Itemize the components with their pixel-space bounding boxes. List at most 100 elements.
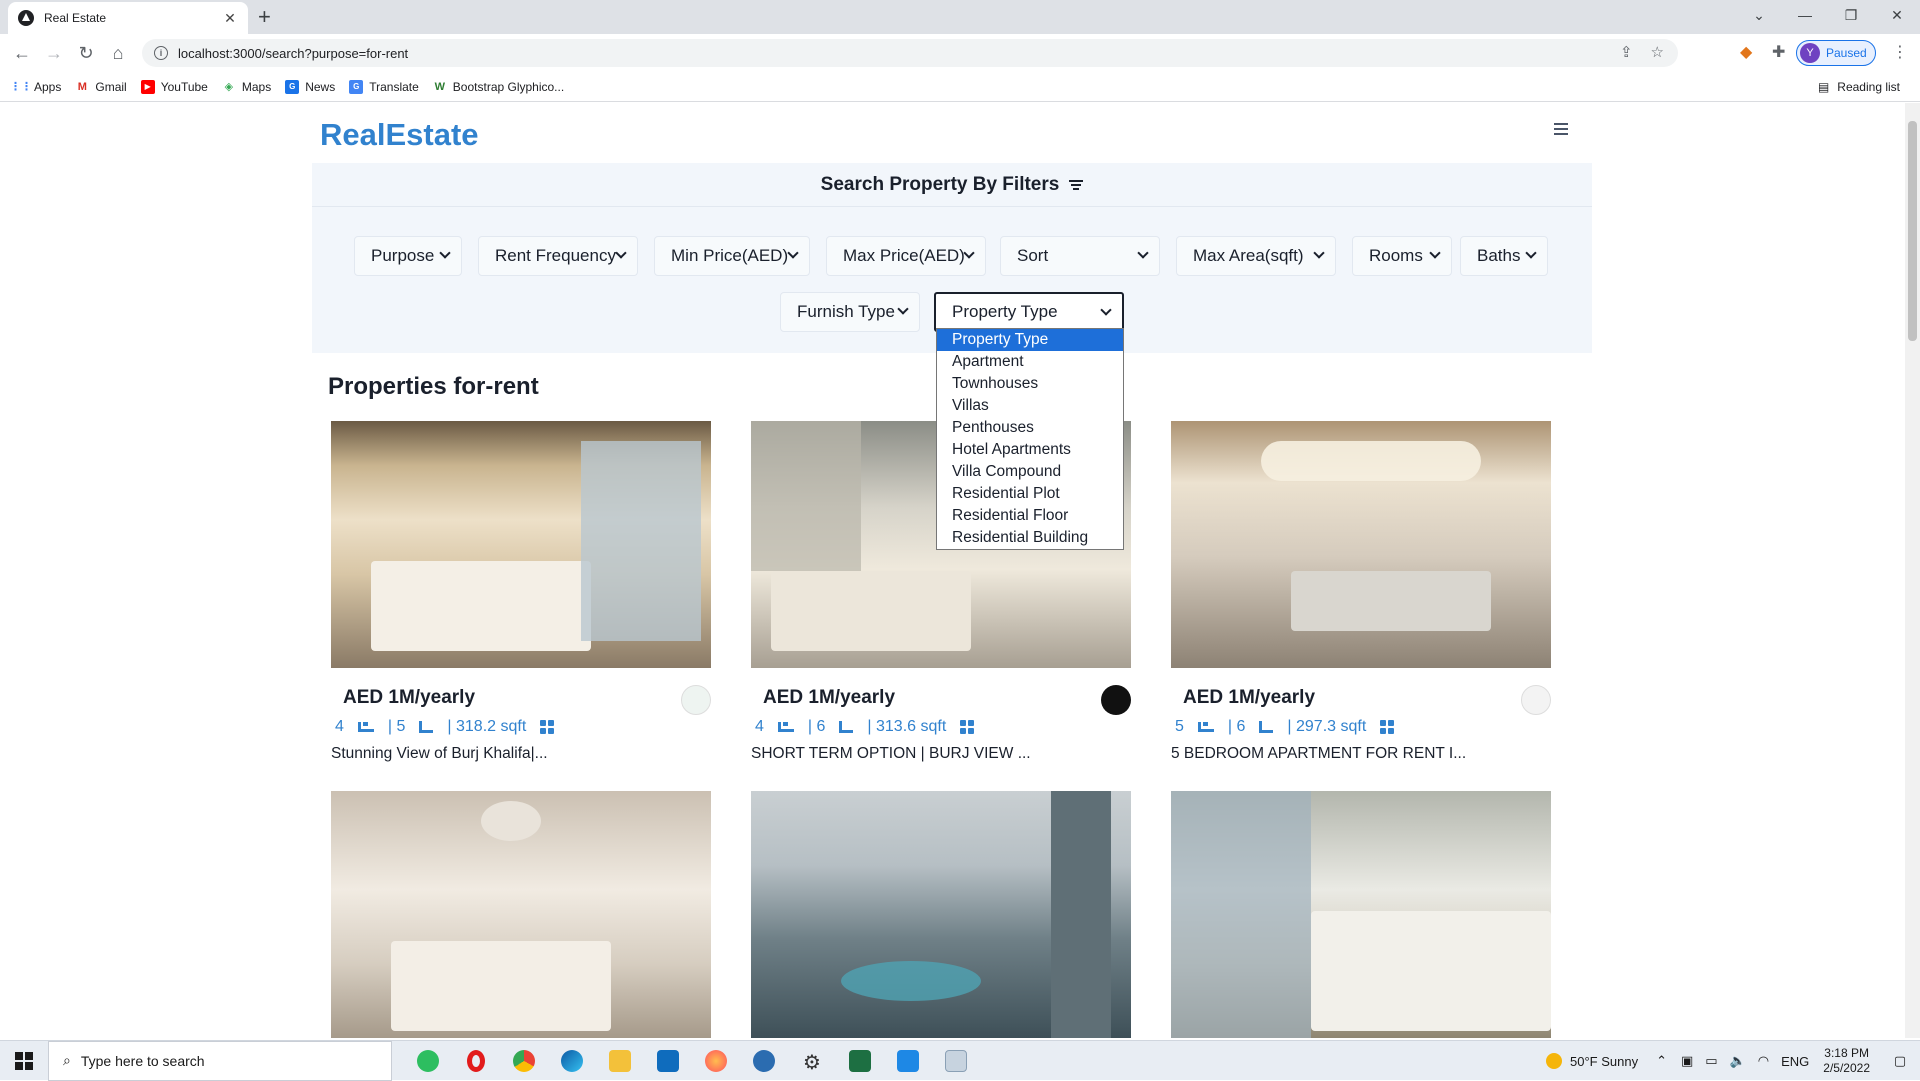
taskbar-app-settings[interactable]: ⚙ [788,1041,836,1081]
furnish-type-select[interactable]: Furnish Type [780,292,920,332]
rent-frequency-select[interactable]: Rent Frequency [478,236,638,276]
site-logo[interactable]: RealEstate [320,117,479,153]
windows-taskbar: ⌕ Type here to search ⚙ 50°F Sunny ⌃ ▣ ▭… [0,1040,1920,1081]
tab-close-icon[interactable]: ✕ [222,10,238,27]
property-title[interactable]: 5 BEDROOM APARTMENT FOR RENT I... [1171,745,1466,763]
close-window-button[interactable]: ✕ [1874,0,1920,30]
chevron-down-icon [963,247,975,259]
property-card[interactable]: AED 1M/yearly 5 | 6 | 297.3 sqft 5 BEDRO… [1171,421,1551,762]
profile-button[interactable]: Y Paused [1796,40,1876,66]
property-card[interactable]: AED 1M/yearly 4 | 5 | 318.2 sqft Stunnin… [331,421,711,762]
metamask-extension-icon[interactable]: ◆ [1740,42,1752,62]
dropdown-option-residential-building[interactable]: Residential Building [937,527,1123,549]
filters-header[interactable]: Search Property By Filters [312,163,1592,207]
notifications-icon[interactable]: ▢ [1880,1053,1920,1069]
sort-select[interactable]: Sort [1000,236,1160,276]
site-info-icon[interactable]: i [154,46,168,60]
bookmark-apps[interactable]: ⋮⋮ Apps [10,80,61,94]
property-photo[interactable] [331,421,711,668]
dropdown-option-townhouses[interactable]: Townhouses [937,373,1123,395]
dropdown-option-hotel-apartments[interactable]: Hotel Apartments [937,439,1123,461]
taskbar-search-box[interactable]: ⌕ Type here to search [48,1040,392,1081]
chevron-up-icon[interactable]: ⌃ [1656,1053,1667,1069]
wifi-icon[interactable]: ◠ [1758,1053,1769,1069]
max-area-select[interactable]: Max Area(sqft) [1176,236,1336,276]
property-card[interactable] [331,791,711,1038]
reading-list-icon: ▤ [1817,80,1830,94]
purpose-select[interactable]: Purpose [354,236,462,276]
address-bar[interactable]: i localhost:3000/search?purpose=for-rent… [142,39,1678,67]
url-text: localhost:3000/search?purpose=for-rent [178,45,409,61]
language-indicator[interactable]: ENG [1781,1054,1809,1069]
back-button[interactable]: ← [8,40,36,66]
home-button[interactable]: ⌂ [104,40,132,66]
max-price-select[interactable]: Max Price(AED) [826,236,986,276]
meet-now-icon[interactable]: ▣ [1681,1053,1693,1069]
new-tab-button[interactable]: + [258,4,271,30]
bookmark-bootstrap-glyphicons[interactable]: W Bootstrap Glyphico... [433,80,565,94]
property-photo[interactable] [751,791,1131,1038]
taskbar-app-chrome[interactable] [500,1041,548,1081]
baths-select[interactable]: Baths [1460,236,1548,276]
property-title[interactable]: SHORT TERM OPTION | BURJ VIEW ... [751,745,1031,763]
taskbar-app-vscode[interactable] [884,1041,932,1081]
volume-icon[interactable]: 🔈 [1730,1053,1746,1069]
scrollbar-thumb[interactable] [1908,121,1917,341]
property-type-dropdown[interactable]: Property Type Apartment Townhouses Villa… [936,328,1124,550]
minimize-button[interactable]: — [1782,0,1828,30]
dropdown-option-penthouses[interactable]: Penthouses [937,417,1123,439]
property-photo[interactable] [331,791,711,1038]
property-photo[interactable] [1171,791,1551,1038]
min-price-select[interactable]: Min Price(AED) [654,236,810,276]
property-specs: 4 | 5 | 318.2 sqft [331,718,555,736]
extensions-puzzle-icon[interactable]: ✚ [1772,42,1785,62]
taskbar-app-unknown[interactable] [740,1041,788,1081]
bookmark-star-icon[interactable]: ☆ [1651,43,1664,61]
chevron-down-icon [1429,247,1441,259]
dropdown-option-villas[interactable]: Villas [937,395,1123,417]
hamburger-menu-icon[interactable] [1554,123,1568,138]
clock[interactable]: 3:18 PM 2/5/2022 [1823,1046,1870,1076]
weather-text[interactable]: 50°F Sunny [1570,1054,1638,1069]
battery-icon[interactable]: ▭ [1705,1053,1717,1069]
taskbar-app-snipping[interactable] [932,1041,980,1081]
bookmark-gmail[interactable]: M Gmail [75,79,127,94]
restore-button[interactable]: ❐ [1828,0,1874,30]
property-type-select[interactable]: Property Type [934,292,1124,332]
rooms-select[interactable]: Rooms [1352,236,1452,276]
page-scrollbar[interactable] [1905,103,1920,1038]
bookmark-translate[interactable]: G Translate [349,79,419,94]
share-icon[interactable]: ⇪ [1620,43,1633,61]
browser-tab[interactable]: Real Estate ✕ [8,2,248,34]
taskbar-app-mail[interactable] [644,1041,692,1081]
taskbar-app-file-explorer[interactable] [596,1041,644,1081]
dropdown-option-property-type[interactable]: Property Type [937,329,1123,351]
taskbar-app-opera[interactable] [452,1041,500,1081]
taskbar-app-evernote[interactable] [404,1041,452,1081]
taskbar-app-excel[interactable] [836,1041,884,1081]
weather-sun-icon[interactable] [1546,1053,1562,1069]
dropdown-option-apartment[interactable]: Apartment [937,351,1123,373]
reload-button[interactable]: ↻ [72,40,100,66]
property-card[interactable] [1171,791,1551,1038]
property-photo[interactable] [1171,421,1551,668]
taskbar-app-edge[interactable] [548,1041,596,1081]
bed-icon [777,722,794,732]
property-title[interactable]: Stunning View of Burj Khalifa|... [331,745,548,763]
dropdown-option-residential-floor[interactable]: Residential Floor [937,505,1123,527]
forward-button[interactable]: → [40,40,68,66]
reading-list-button[interactable]: ▤ Reading list [1818,80,1900,94]
property-card[interactable] [751,791,1131,1038]
dropdown-option-villa-compound[interactable]: Villa Compound [937,461,1123,483]
bookmark-label: Gmail [95,79,127,94]
property-specs: 4 | 6 | 313.6 sqft [751,718,975,736]
bookmark-news[interactable]: G News [285,79,335,94]
start-button[interactable] [0,1041,48,1081]
chrome-menu-icon[interactable]: ⋮ [1892,42,1908,62]
tab-search-chevron-icon[interactable]: ⌄ [1736,0,1782,30]
taskbar-app-firefox[interactable] [692,1041,740,1081]
bookmark-maps[interactable]: ◈ Maps [222,80,272,94]
dropdown-option-residential-plot[interactable]: Residential Plot [937,483,1123,505]
bookmark-youtube[interactable]: ▶ YouTube [140,79,208,94]
chevron-down-icon [1313,247,1325,259]
